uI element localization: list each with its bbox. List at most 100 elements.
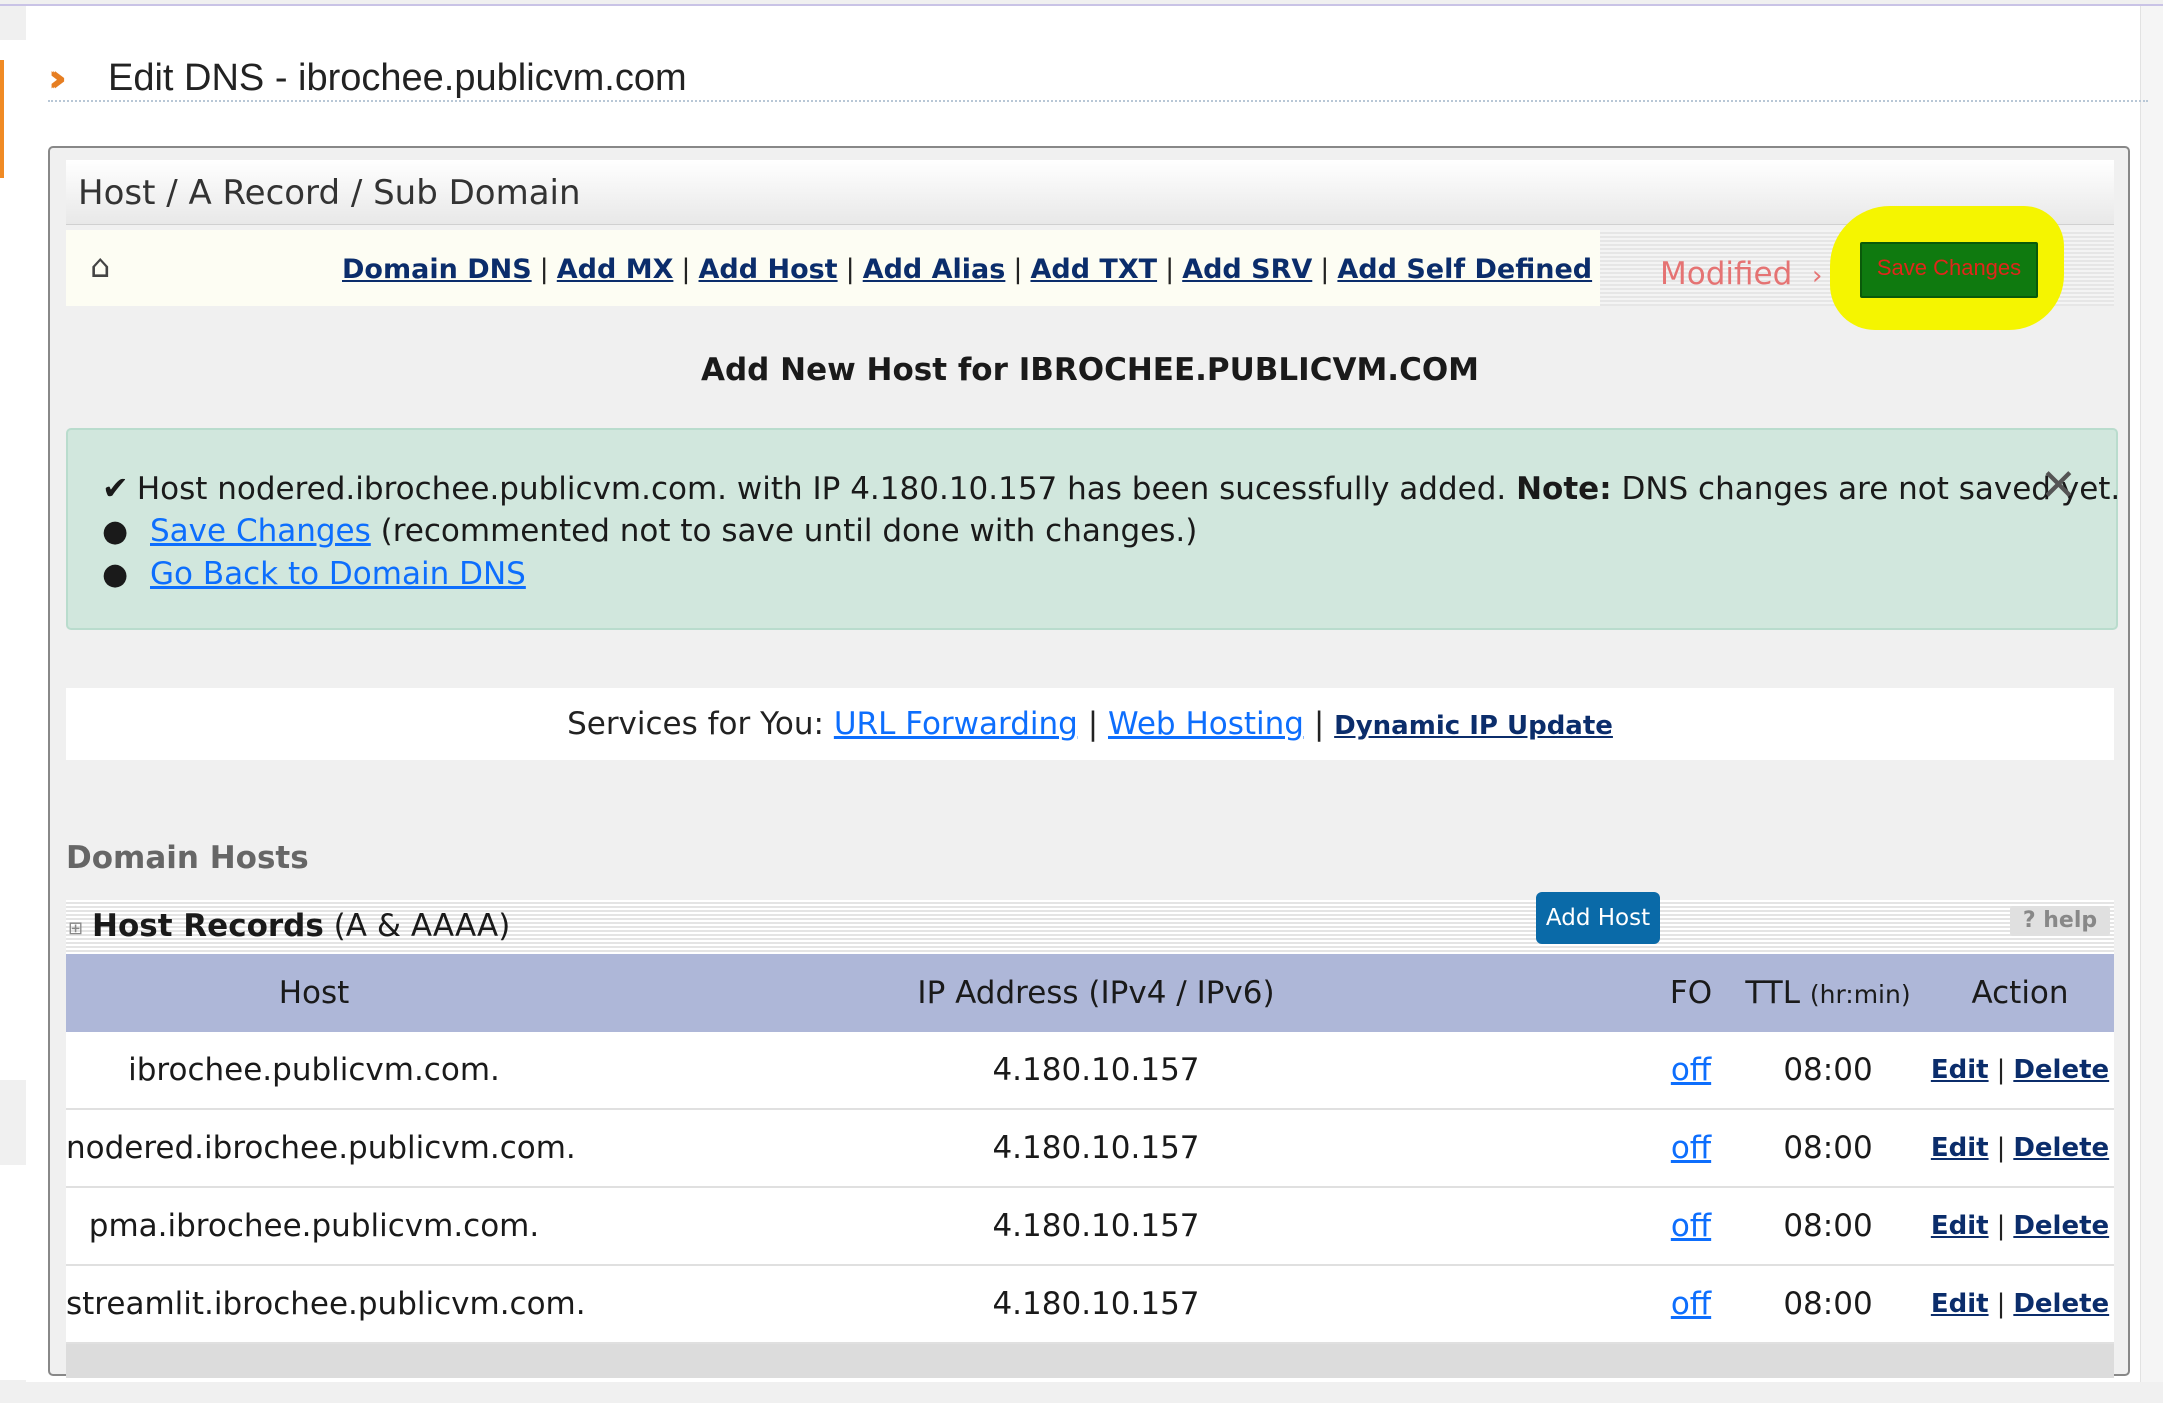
nav-separator: | xyxy=(681,254,691,285)
add-new-host-title: Add New Host for IBROCHEE.PUBLICVM.COM xyxy=(700,352,1480,388)
help-button[interactable]: ? help xyxy=(2010,906,2110,936)
add-host-button[interactable]: Add Host xyxy=(1536,892,1660,944)
services-bar: Services for You: URL Forwarding | Web H… xyxy=(66,688,2114,760)
cell-ttl: 08:00 xyxy=(1783,1208,1873,1244)
host-records-title-rest: (A & AAAA) xyxy=(333,908,511,944)
action-separator: | xyxy=(1996,1133,2006,1163)
home-icon[interactable]: ⌂ xyxy=(90,248,110,284)
delete-link[interactable]: Delete xyxy=(2013,1133,2109,1163)
alert-note-label: Note: xyxy=(1516,471,1612,507)
bottom-strip xyxy=(0,1382,2163,1403)
nav-add-self-defined[interactable]: Add Self Defined xyxy=(1337,254,1592,285)
alert-save-changes-link[interactable]: Save Changes xyxy=(150,513,371,549)
cell-fo: off xyxy=(1656,1188,1726,1264)
table-footer xyxy=(66,1344,2114,1378)
alert-save-hint: (recommented not to save until done with… xyxy=(380,513,1198,549)
table-row: ibrochee.publicvm.com. 4.180.10.157 off … xyxy=(66,1032,2114,1110)
help-icon: ? xyxy=(2022,908,2044,933)
left-gutter-panel xyxy=(0,40,26,1080)
nav-add-txt[interactable]: Add TXT xyxy=(1030,254,1157,285)
cell-action: Edit | Delete xyxy=(1926,1266,2114,1342)
fo-toggle-link[interactable]: off xyxy=(1671,1052,1711,1088)
dns-nav-links: Domain DNS | Add MX | Add Host | Add Alias | Add… xyxy=(342,252,1592,288)
edit-link[interactable]: Edit xyxy=(1931,1211,1989,1241)
col-ip: IP Address (IPv4 / IPv6) xyxy=(917,975,1275,1011)
table-row: nodered.ibrochee.publicvm.com. 4.180.10.… xyxy=(66,1110,2114,1188)
help-label: help xyxy=(2043,908,2098,933)
cell-ip: 4.180.10.157 xyxy=(992,1286,1200,1322)
nav-domain-dns[interactable]: Domain DNS xyxy=(342,254,532,285)
alert-message-text: Host nodered.ibrochee.publicvm.com. with… xyxy=(136,471,1507,507)
url-forwarding-link[interactable]: URL Forwarding xyxy=(834,706,1078,742)
cell-fo: off xyxy=(1656,1032,1726,1108)
top-divider xyxy=(0,4,2163,6)
page-title: Edit DNS - ibrochee.publicvm.com xyxy=(108,57,687,99)
action-separator: | xyxy=(1996,1289,2006,1319)
modified-label: Modified xyxy=(1660,256,1793,292)
host-records-table: Host IP Address (IPv4 / IPv6) FO TTL (hr… xyxy=(66,954,2114,1378)
fo-toggle-link[interactable]: off xyxy=(1671,1208,1711,1244)
cell-host: streamlit.ibrochee.publicvm.com. xyxy=(66,1286,586,1322)
cell-ip: 4.180.10.157 xyxy=(992,1130,1200,1166)
cell-fo: off xyxy=(1656,1110,1726,1186)
nav-separator: | xyxy=(845,254,855,285)
bullet-icon: ● xyxy=(102,514,129,549)
table-header: Host IP Address (IPv4 / IPv6) FO TTL (hr… xyxy=(66,954,2114,1032)
col-action: Action xyxy=(1971,975,2069,1011)
nav-separator: | xyxy=(1320,254,1330,285)
cell-fo: off xyxy=(1656,1266,1726,1342)
table-row: pma.ibrochee.publicvm.com. 4.180.10.157 … xyxy=(66,1188,2114,1266)
cell-ttl: 08:00 xyxy=(1783,1130,1873,1166)
services-separator: | xyxy=(1313,706,1325,742)
domain-hosts-heading: Domain Hosts xyxy=(66,840,309,876)
cell-host: nodered.ibrochee.publicvm.com. xyxy=(66,1130,576,1166)
arrow-right-icon: › xyxy=(1812,261,1823,291)
delete-link[interactable]: Delete xyxy=(2013,1289,2109,1319)
nav-add-srv[interactable]: Add SRV xyxy=(1182,254,1312,285)
panel-header: Host / A Record / Sub Domain xyxy=(66,160,2114,225)
nav-add-host[interactable]: Add Host xyxy=(699,254,838,285)
nav-add-alias[interactable]: Add Alias xyxy=(863,254,1006,285)
action-separator: | xyxy=(1996,1055,2006,1085)
col-ttl-label: TTL xyxy=(1745,975,1800,1011)
edit-link[interactable]: Edit xyxy=(1931,1289,1989,1319)
page-title-row: ››› Edit DNS - ibrochee.publicvm.com xyxy=(48,56,2148,102)
edit-link[interactable]: Edit xyxy=(1931,1133,1989,1163)
fo-toggle-link[interactable]: off xyxy=(1671,1286,1711,1322)
bullet-icon: ● xyxy=(102,557,129,592)
nav-add-mx[interactable]: Add MX xyxy=(557,254,674,285)
nav-separator: | xyxy=(539,254,549,285)
services-separator: | xyxy=(1087,706,1099,742)
alert-back-link[interactable]: Go Back to Domain DNS xyxy=(150,556,526,592)
fo-toggle-link[interactable]: off xyxy=(1671,1130,1711,1166)
host-records-title: Host Records (A & AAAA) xyxy=(92,904,510,948)
close-icon[interactable]: ✕ xyxy=(2040,464,2077,508)
scrollbar[interactable] xyxy=(2140,6,2163,1403)
list-item: ● Save Changes (recommented not to save … xyxy=(102,510,1197,553)
cell-action: Edit | Delete xyxy=(1926,1188,2114,1264)
delete-link[interactable]: Delete xyxy=(2013,1055,2109,1085)
col-ttl-unit: (hr:min) xyxy=(1809,980,1911,1009)
table-row: streamlit.ibrochee.publicvm.com. 4.180.1… xyxy=(66,1266,2114,1344)
success-alert: ✔ Host nodered.ibrochee.publicvm.com. wit… xyxy=(66,428,2120,630)
edit-link[interactable]: Edit xyxy=(1931,1055,1989,1085)
cell-ttl: 08:00 xyxy=(1783,1286,1873,1322)
dns-nav-bar: ⌂ Domain DNS | Add MX | Add Host | Add Alias | A… xyxy=(66,230,1600,306)
delete-link[interactable]: Delete xyxy=(2013,1211,2109,1241)
expand-icon[interactable]: ⊞ xyxy=(68,918,83,939)
action-separator: | xyxy=(1996,1211,2006,1241)
host-records-bar: ⊞ Host Records (A & AAAA) xyxy=(66,900,2114,954)
check-icon: ✔ xyxy=(102,469,129,507)
alert-message: ✔ Host nodered.ibrochee.publicvm.com. wit… xyxy=(102,466,2120,511)
dynamic-ip-update-link[interactable]: Dynamic IP Update xyxy=(1334,711,1613,741)
double-chevron-icon: ››› xyxy=(48,56,67,100)
cell-action: Edit | Delete xyxy=(1926,1032,2114,1108)
cell-ttl: 08:00 xyxy=(1783,1052,1873,1088)
web-hosting-link[interactable]: Web Hosting xyxy=(1108,706,1304,742)
cell-host: pma.ibrochee.publicvm.com. xyxy=(88,1208,540,1244)
host-records-title-bold: Host Records xyxy=(92,908,324,944)
col-ttl: TTL (hr:min) xyxy=(1742,954,1914,1034)
save-changes-button[interactable]: Save Changes xyxy=(1860,242,2038,298)
left-gutter-panel-lower xyxy=(0,1165,26,1380)
cell-host: ibrochee.publicvm.com. xyxy=(128,1052,500,1088)
